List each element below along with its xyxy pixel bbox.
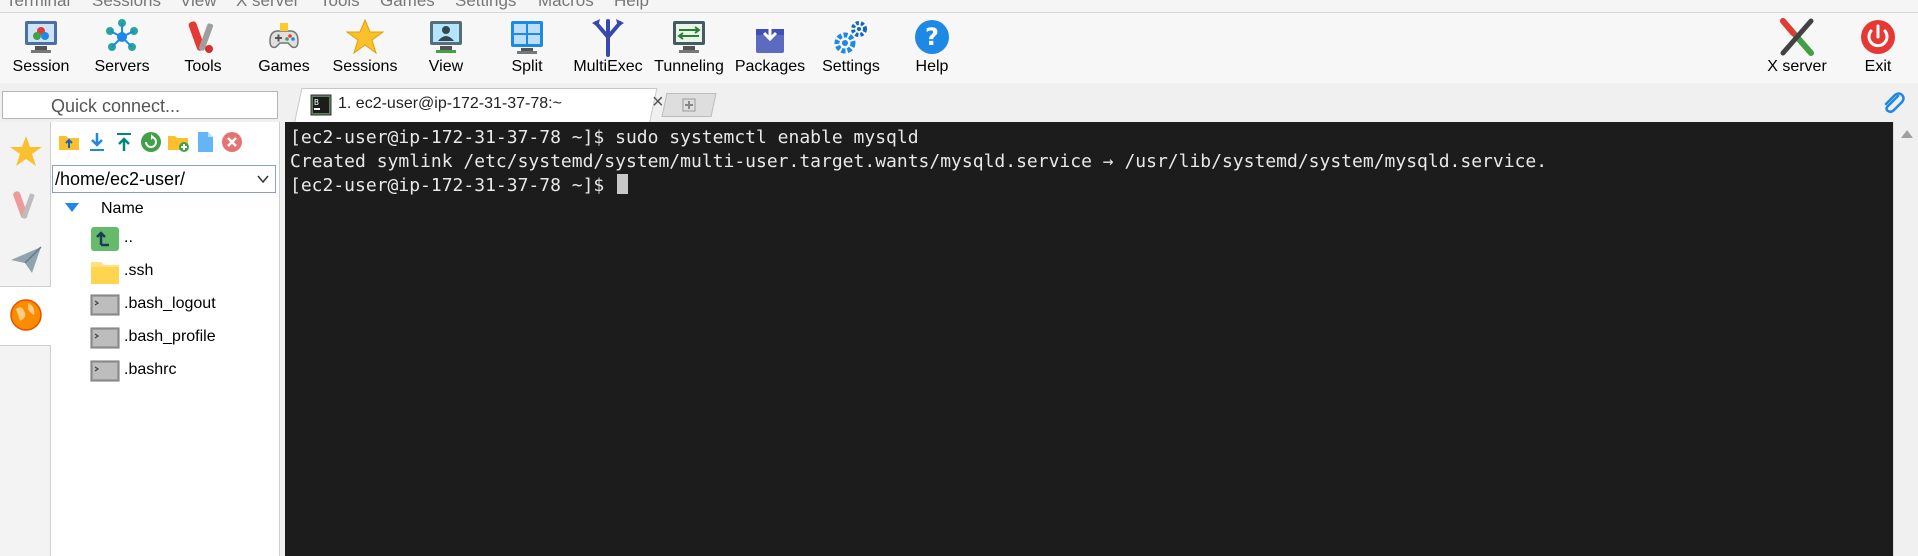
new-tab-button[interactable] <box>661 93 717 117</box>
view-icon <box>430 21 462 53</box>
tab-title: 1. ec2-user@ip-172-31-37-78:~ <box>338 95 562 112</box>
parent-folder-icon <box>91 227 119 251</box>
plus-icon <box>682 98 696 112</box>
terminal-prompt-line: [ec2-user@ip-172-31-37-78 ~]$ <box>290 174 629 198</box>
svg-text:B: B <box>314 98 319 107</box>
star-icon <box>10 136 42 166</box>
terminal-file-icon <box>90 327 120 349</box>
packages-icon <box>756 21 784 53</box>
menu-terminal[interactable]: Terminal <box>6 0 70 11</box>
file-name: .ssh <box>124 262 154 279</box>
sort-triangle-icon <box>65 203 79 212</box>
servers-button[interactable]: Servers <box>82 15 162 81</box>
scroll-up-icon[interactable] <box>1901 130 1913 138</box>
file-name: .bash_logout <box>124 295 216 312</box>
paper-plane-icon <box>11 246 42 273</box>
games-button[interactable]: Games <box>244 15 324 81</box>
file-name: .bashrc <box>124 361 177 378</box>
name-column-label: Name <box>101 200 144 217</box>
terminal-icon: B <box>310 94 332 116</box>
terminal-line: Created symlink /etc/systemd/system/mult… <box>290 151 1548 172</box>
new-file-icon[interactable] <box>193 130 217 154</box>
exit-label: Exit <box>1864 58 1892 75</box>
servers-icon <box>106 19 138 51</box>
chevron-down-icon <box>257 175 269 184</box>
sessions-button[interactable]: Sessions <box>325 15 405 81</box>
file-name: .. <box>124 229 133 246</box>
remote-path-value: /home/ec2-user/ <box>55 169 186 189</box>
side-tab-sessions[interactable] <box>0 124 50 182</box>
packages-button[interactable]: Packages <box>730 15 810 81</box>
menu-sessions[interactable]: Sessions <box>92 0 161 11</box>
games-icon <box>269 23 299 49</box>
side-tab-sftp[interactable] <box>0 286 51 346</box>
file-row-ssh[interactable]: .ssh <box>51 256 279 288</box>
terminal-file-icon <box>90 294 120 316</box>
terminal-file-icon <box>90 360 120 382</box>
xserver-icon <box>1780 18 1814 56</box>
session-button[interactable]: Session <box>1 15 81 81</box>
help-label: Help <box>915 58 949 75</box>
multiexec-button[interactable]: MultiExec <box>568 15 648 81</box>
paperclip-icon[interactable] <box>1878 88 1906 116</box>
file-row-parent[interactable]: .. <box>51 223 279 255</box>
remote-path-select[interactable]: /home/ec2-user/ <box>52 165 276 193</box>
menu-bar: Terminal Sessions View X server Tools Ga… <box>0 0 1918 13</box>
menu-macros[interactable]: Macros <box>538 0 594 11</box>
terminal-prompt: [ec2-user@ip-172-31-37-78 ~]$ <box>290 175 616 196</box>
tools-icon <box>13 191 35 219</box>
menu-help[interactable]: Help <box>614 0 649 11</box>
help-button[interactable]: ? Help <box>892 15 972 81</box>
side-tab-bar <box>0 122 51 556</box>
new-folder-icon[interactable] <box>166 130 190 154</box>
settings-button[interactable]: Settings <box>811 15 891 81</box>
menu-settings[interactable]: Settings <box>455 0 516 11</box>
sftp-browser: /home/ec2-user/ Name .. .ssh .bash_logou… <box>51 122 280 556</box>
terminal-pane[interactable]: [ec2-user@ip-172-31-37-78 ~]$ sudo syste… <box>285 122 1893 556</box>
main-toolbar: Session Servers Tools Games Sessions Vie… <box>0 13 1918 83</box>
menu-games[interactable]: Games <box>380 0 435 11</box>
menu-xserver[interactable]: X server <box>236 0 299 11</box>
menu-view[interactable]: View <box>180 0 217 11</box>
help-icon: ? <box>915 20 949 54</box>
file-row-bash-logout[interactable]: .bash_logout <box>51 289 279 321</box>
sftp-toolbar <box>51 126 279 154</box>
file-row-bashrc[interactable]: .bashrc <box>51 355 279 387</box>
refresh-icon[interactable] <box>139 130 163 154</box>
sessions-star-icon <box>345 18 385 55</box>
side-tab-macros[interactable] <box>0 232 50 290</box>
xserver-button[interactable]: X server <box>1757 15 1837 81</box>
delete-icon[interactable] <box>220 130 244 154</box>
exit-button[interactable]: Exit <box>1838 15 1918 81</box>
quick-connect-input[interactable] <box>2 91 278 119</box>
terminal-line: [ec2-user@ip-172-31-37-78 ~]$ sudo syste… <box>290 127 919 148</box>
globe-icon <box>10 299 42 331</box>
tab-strip: B 1. ec2-user@ip-172-31-37-78:~ × <box>280 86 1918 123</box>
tab-session-1-content[interactable]: B 1. ec2-user@ip-172-31-37-78:~ × <box>310 91 664 120</box>
settings-gears-icon <box>834 21 867 54</box>
tools-icon <box>188 21 214 53</box>
side-tab-tools[interactable] <box>0 178 50 236</box>
file-name: .bash_profile <box>124 328 216 345</box>
folder-icon <box>91 262 119 284</box>
parent-dir-icon[interactable] <box>57 130 81 154</box>
menu-tools[interactable]: Tools <box>320 0 360 11</box>
file-row-bash-profile[interactable]: .bash_profile <box>51 322 279 354</box>
split-icon <box>511 21 543 54</box>
terminal-scrollbar[interactable] <box>1893 122 1918 556</box>
session-icon <box>25 21 57 53</box>
split-button[interactable]: Split <box>487 15 567 81</box>
terminal-cursor <box>617 174 629 194</box>
name-column-header[interactable]: Name <box>51 197 279 221</box>
upload-icon[interactable] <box>112 130 136 154</box>
tools-button[interactable]: Tools <box>163 15 243 81</box>
multiexec-icon <box>592 19 624 57</box>
download-icon[interactable] <box>85 130 109 154</box>
svg-text:?: ? <box>925 23 939 51</box>
tunneling-button[interactable]: Tunneling <box>649 15 729 81</box>
tunneling-icon <box>673 21 705 53</box>
power-icon <box>1861 20 1895 54</box>
view-button[interactable]: View <box>406 15 486 81</box>
